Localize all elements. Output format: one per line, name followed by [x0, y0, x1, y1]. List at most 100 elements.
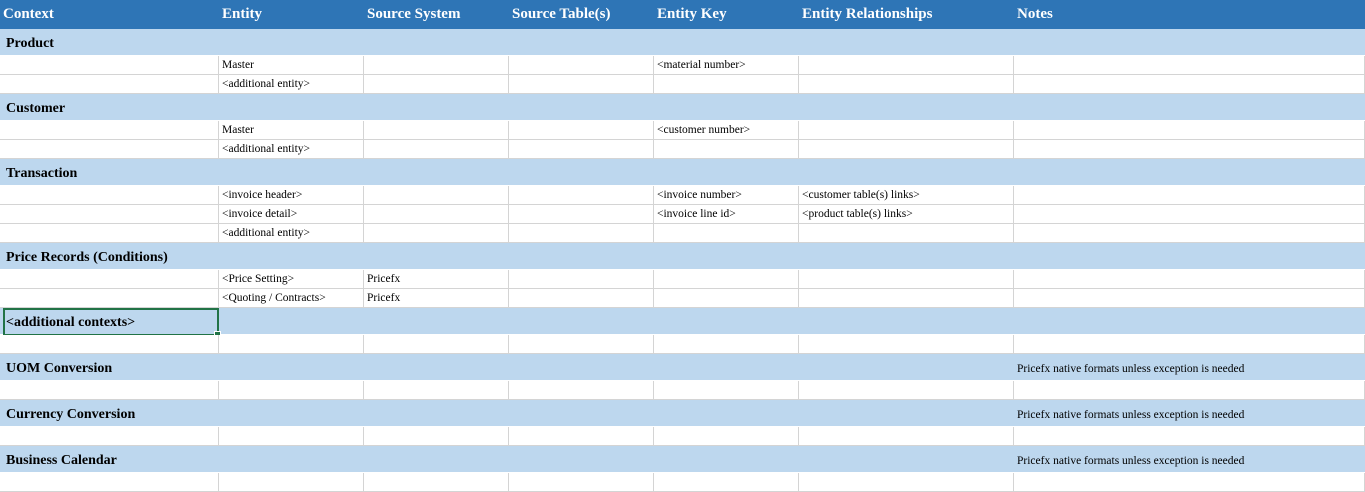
table-cell[interactable] — [1014, 289, 1365, 307]
table-cell[interactable] — [654, 427, 799, 445]
table-cell[interactable] — [799, 473, 1014, 491]
section-label[interactable]: Business Calendar — [3, 446, 219, 472]
table-cell[interactable] — [799, 335, 1014, 353]
table-cell[interactable] — [654, 289, 799, 307]
table-cell[interactable]: <additional entity> — [219, 140, 364, 158]
section-label[interactable]: <additional contexts> — [3, 308, 219, 334]
table-cell[interactable] — [509, 140, 654, 158]
table-cell[interactable] — [654, 270, 799, 288]
table-cell[interactable]: <invoice detail> — [219, 205, 364, 223]
table-cell[interactable]: Pricefx — [364, 270, 509, 288]
table-cell[interactable]: <product table(s) links> — [799, 205, 1014, 223]
table-cell[interactable] — [364, 121, 509, 139]
table-cell[interactable] — [219, 381, 364, 399]
table-cell[interactable]: <Price Setting> — [219, 270, 364, 288]
table-cell[interactable] — [799, 224, 1014, 242]
table-cell[interactable]: Master — [219, 121, 364, 139]
table-cell[interactable] — [654, 140, 799, 158]
table-cell[interactable] — [509, 335, 654, 353]
table-cell[interactable] — [1014, 56, 1365, 74]
table-cell[interactable] — [509, 473, 654, 491]
table-cell[interactable] — [364, 427, 509, 445]
table-cell[interactable] — [1014, 427, 1365, 445]
table-cell[interactable] — [1014, 75, 1365, 93]
table-cell[interactable] — [219, 335, 364, 353]
table-cell[interactable]: <invoice header> — [219, 186, 364, 204]
table-cell[interactable] — [1014, 205, 1365, 223]
table-cell[interactable] — [799, 427, 1014, 445]
table-cell[interactable] — [1014, 140, 1365, 158]
table-cell[interactable] — [509, 224, 654, 242]
header-entity[interactable]: Entity — [219, 0, 364, 29]
section-note[interactable]: Pricefx native formats unless exception … — [1014, 446, 1365, 472]
table-cell[interactable] — [1014, 335, 1365, 353]
table-cell[interactable] — [654, 224, 799, 242]
table-cell[interactable] — [364, 381, 509, 399]
table-cell[interactable] — [1014, 186, 1365, 204]
table-cell[interactable]: Master — [219, 56, 364, 74]
table-cell[interactable] — [509, 56, 654, 74]
spreadsheet-grid[interactable]: Context Entity Source System Source Table(s… — [0, 0, 1365, 492]
table-cell[interactable] — [509, 121, 654, 139]
table-cell[interactable] — [3, 335, 219, 353]
table-cell[interactable] — [3, 427, 219, 445]
section-label[interactable]: Price Records (Conditions) — [3, 243, 219, 269]
table-cell[interactable] — [3, 270, 219, 288]
table-cell[interactable] — [3, 75, 219, 93]
header-source-tables[interactable]: Source Table(s) — [509, 0, 654, 29]
table-cell[interactable] — [219, 427, 364, 445]
section-label[interactable]: UOM Conversion — [3, 354, 219, 380]
section-note[interactable]: Pricefx native formats unless exception … — [1014, 354, 1365, 380]
table-cell[interactable] — [509, 289, 654, 307]
header-notes[interactable]: Notes — [1014, 0, 1365, 29]
header-context[interactable]: Context — [0, 0, 219, 29]
header-entity-key[interactable]: Entity Key — [654, 0, 799, 29]
table-cell[interactable] — [364, 186, 509, 204]
table-cell[interactable]: <customer number> — [654, 121, 799, 139]
table-cell[interactable] — [3, 473, 219, 491]
table-cell[interactable] — [3, 186, 219, 204]
table-cell[interactable] — [509, 75, 654, 93]
table-cell[interactable] — [654, 335, 799, 353]
table-cell[interactable] — [799, 121, 1014, 139]
section-label[interactable]: Product — [3, 29, 219, 55]
table-cell[interactable] — [364, 473, 509, 491]
table-cell[interactable] — [799, 381, 1014, 399]
table-cell[interactable] — [509, 381, 654, 399]
table-cell[interactable]: <Quoting / Contracts> — [219, 289, 364, 307]
table-cell[interactable] — [1014, 121, 1365, 139]
table-cell[interactable]: <additional entity> — [219, 75, 364, 93]
table-cell[interactable] — [364, 335, 509, 353]
table-cell[interactable] — [3, 56, 219, 74]
table-cell[interactable]: <material number> — [654, 56, 799, 74]
table-cell[interactable] — [654, 75, 799, 93]
header-entity-relationships[interactable]: Entity Relationships — [799, 0, 1014, 29]
table-cell[interactable] — [509, 205, 654, 223]
table-cell[interactable] — [799, 270, 1014, 288]
section-label[interactable]: Customer — [3, 94, 219, 120]
table-cell[interactable] — [509, 427, 654, 445]
table-cell[interactable] — [1014, 270, 1365, 288]
table-cell[interactable] — [799, 140, 1014, 158]
table-cell[interactable] — [364, 224, 509, 242]
table-cell[interactable] — [364, 75, 509, 93]
table-cell[interactable]: Pricefx — [364, 289, 509, 307]
table-cell[interactable] — [3, 224, 219, 242]
header-source-system[interactable]: Source System — [364, 0, 509, 29]
table-cell[interactable]: <additional entity> — [219, 224, 364, 242]
table-cell[interactable] — [3, 121, 219, 139]
table-cell[interactable] — [1014, 381, 1365, 399]
table-cell[interactable] — [799, 289, 1014, 307]
table-cell[interactable] — [654, 473, 799, 491]
table-cell[interactable] — [364, 205, 509, 223]
table-cell[interactable]: <customer table(s) links> — [799, 186, 1014, 204]
table-cell[interactable] — [3, 205, 219, 223]
table-cell[interactable] — [219, 473, 364, 491]
table-cell[interactable] — [799, 56, 1014, 74]
table-cell[interactable] — [509, 186, 654, 204]
table-cell[interactable] — [364, 140, 509, 158]
section-label[interactable]: Currency Conversion — [3, 400, 219, 426]
table-cell[interactable] — [3, 381, 219, 399]
table-cell[interactable]: <invoice line id> — [654, 205, 799, 223]
table-cell[interactable] — [799, 75, 1014, 93]
